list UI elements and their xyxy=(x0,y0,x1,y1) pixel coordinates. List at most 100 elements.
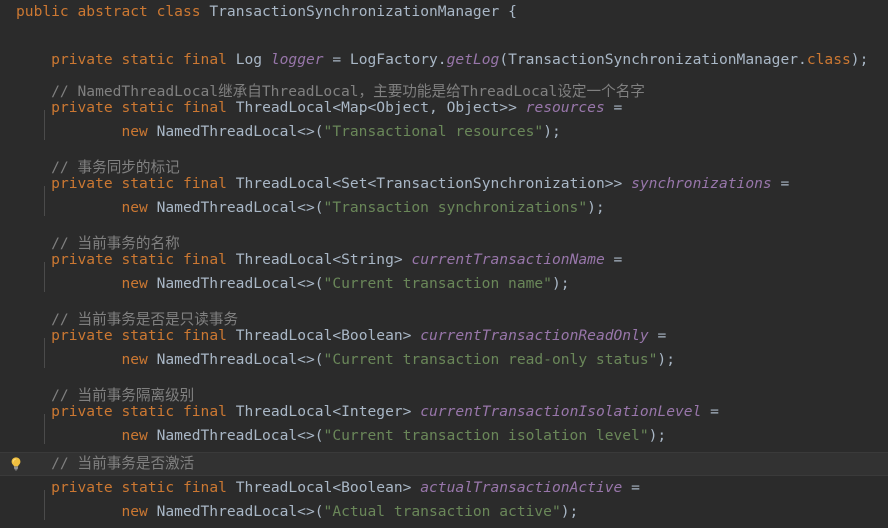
code-token-kw: abstract xyxy=(77,3,148,20)
code-token-kw: final xyxy=(182,251,227,268)
code-line-content: new NamedThreadLocal<>("Transactional re… xyxy=(0,120,888,144)
code-token-pun xyxy=(16,427,121,444)
code-token-typ: ); xyxy=(587,199,605,216)
code-token-pun xyxy=(16,251,51,268)
code-token-typ: = xyxy=(604,251,623,268)
code-token-pun xyxy=(69,3,78,20)
code-token-typ: = xyxy=(771,175,790,192)
code-token-typ: ); xyxy=(648,427,667,444)
code-line[interactable]: new NamedThreadLocal<>("Current transact… xyxy=(0,424,888,448)
code-line[interactable]: new NamedThreadLocal<>("Transactional re… xyxy=(0,120,888,144)
code-token-typ: NamedThreadLocal<>( xyxy=(147,199,324,216)
code-token-pun xyxy=(16,327,51,344)
code-line-content: public abstract class TransactionSynchro… xyxy=(0,0,888,24)
code-token-kw: new xyxy=(121,275,148,292)
code-token-str: "Current transaction name" xyxy=(323,275,552,292)
code-line-content: new NamedThreadLocal<>("Current transact… xyxy=(0,272,888,296)
code-token-kw: final xyxy=(182,327,227,344)
code-token-typ: NamedThreadLocal<>( xyxy=(147,275,324,292)
code-line[interactable]: new NamedThreadLocal<>("Current transact… xyxy=(0,272,888,296)
code-token-str: "Current transaction isolation level" xyxy=(323,427,649,444)
code-token-kw: new xyxy=(121,123,148,140)
code-token-typ: ); xyxy=(551,275,570,292)
code-line-content: new NamedThreadLocal<>("Current transact… xyxy=(0,424,888,448)
code-line[interactable]: private static final ThreadLocal<Map<Obj… xyxy=(0,96,888,120)
code-token-typ: ThreadLocal<Boolean> xyxy=(226,327,421,344)
code-line[interactable]: private static final Log logger = LogFac… xyxy=(0,48,888,72)
code-line[interactable]: new NamedThreadLocal<>("Transaction sync… xyxy=(0,196,888,220)
code-token-kw: private xyxy=(51,175,113,192)
code-token-kw: new xyxy=(121,199,148,216)
code-token-kw: static xyxy=(121,479,175,496)
code-token-typ: NamedThreadLocal<>( xyxy=(147,351,324,368)
code-token-pun xyxy=(148,3,157,20)
code-token-pun xyxy=(16,199,121,216)
code-token-typ: TransactionSynchronizationManager { xyxy=(200,3,517,20)
code-token-kw: static xyxy=(121,327,175,344)
code-token-typ: (TransactionSynchronizationManager. xyxy=(499,51,807,68)
code-token-typ: Log xyxy=(226,51,271,68)
code-token-pun xyxy=(16,503,121,520)
code-token-pun xyxy=(174,51,183,68)
code-editor-text-area[interactable]: public abstract class TransactionSynchro… xyxy=(0,0,888,528)
code-token-typ: ThreadLocal<Set<TransactionSynchronizati… xyxy=(226,175,632,192)
code-line[interactable]: new NamedThreadLocal<>("Actual transacti… xyxy=(0,500,888,524)
code-token-kw: static xyxy=(121,403,175,420)
code-token-fld: currentTransactionIsolationLevel xyxy=(420,403,702,420)
code-token-fld: synchronizations xyxy=(631,175,772,192)
code-token-typ: ); xyxy=(560,503,579,520)
code-line-content: private static final ThreadLocal<Map<Obj… xyxy=(0,96,888,120)
code-line-content: private static final ThreadLocal<Integer… xyxy=(0,400,888,424)
code-token-str: "Transaction synchronizations" xyxy=(323,199,588,216)
code-line-content: private static final ThreadLocal<Boolean… xyxy=(0,324,888,348)
code-line-content: new NamedThreadLocal<>("Current transact… xyxy=(0,348,888,372)
code-token-fld: currentTransactionName xyxy=(411,251,605,268)
code-line[interactable]: private static final ThreadLocal<Integer… xyxy=(0,400,888,424)
code-token-cmt: // 当前事务是否激活 xyxy=(16,455,195,472)
code-line[interactable]: private static final ThreadLocal<Boolean… xyxy=(0,324,888,348)
code-token-pun xyxy=(174,251,183,268)
code-token-pun xyxy=(174,403,183,420)
code-token-kw: private xyxy=(51,51,113,68)
code-token-pun xyxy=(16,351,121,368)
code-line[interactable]: private static final ThreadLocal<Boolean… xyxy=(0,476,888,500)
lightbulb-icon[interactable] xyxy=(8,456,24,472)
code-line-content: // 当前事务是否激活 xyxy=(0,452,888,476)
code-line-content: private static final Log logger = LogFac… xyxy=(0,48,888,72)
code-token-kw: static xyxy=(121,99,175,116)
code-token-kw: final xyxy=(182,175,227,192)
code-token-fld: resources xyxy=(525,99,605,116)
code-editor[interactable]: public abstract class TransactionSynchro… xyxy=(0,0,888,528)
code-token-typ: = xyxy=(701,403,719,420)
code-line-content: new NamedThreadLocal<>("Transaction sync… xyxy=(0,196,888,220)
code-line[interactable] xyxy=(0,24,888,48)
code-token-pun xyxy=(16,51,51,68)
code-token-pun xyxy=(16,99,51,116)
code-line[interactable]: new NamedThreadLocal<>("Current transact… xyxy=(0,348,888,372)
code-token-kw: private xyxy=(51,479,113,496)
code-token-kw: final xyxy=(182,479,227,496)
code-token-pun xyxy=(174,327,183,344)
code-token-kw: new xyxy=(121,503,148,520)
code-line-content: new NamedThreadLocal<>("Actual transacti… xyxy=(0,500,888,524)
code-token-pun xyxy=(16,123,121,140)
code-token-kw: final xyxy=(182,403,227,420)
code-token-kw: final xyxy=(182,99,227,116)
code-token-kw: private xyxy=(51,99,113,116)
code-token-typ: = xyxy=(604,99,623,116)
code-token-typ: ThreadLocal<Boolean> xyxy=(226,479,421,496)
code-token-kw: public xyxy=(16,3,69,20)
code-line[interactable]: // 当前事务是否激活 xyxy=(0,452,888,476)
code-token-kw: static xyxy=(121,175,175,192)
code-token-typ: ThreadLocal<Integer> xyxy=(226,403,421,420)
code-token-fld: currentTransactionReadOnly xyxy=(420,327,649,344)
code-token-typ: ); xyxy=(657,351,675,368)
code-token-pun xyxy=(174,175,183,192)
code-token-str: "Current transaction read-only status" xyxy=(323,351,658,368)
code-line[interactable]: private static final ThreadLocal<String>… xyxy=(0,248,888,272)
code-token-kw: class xyxy=(156,3,201,20)
code-line[interactable]: public abstract class TransactionSynchro… xyxy=(0,0,888,24)
code-line[interactable]: private static final ThreadLocal<Set<Tra… xyxy=(0,172,888,196)
code-line-content: private static final ThreadLocal<Boolean… xyxy=(0,476,888,500)
code-token-kw: final xyxy=(182,51,227,68)
